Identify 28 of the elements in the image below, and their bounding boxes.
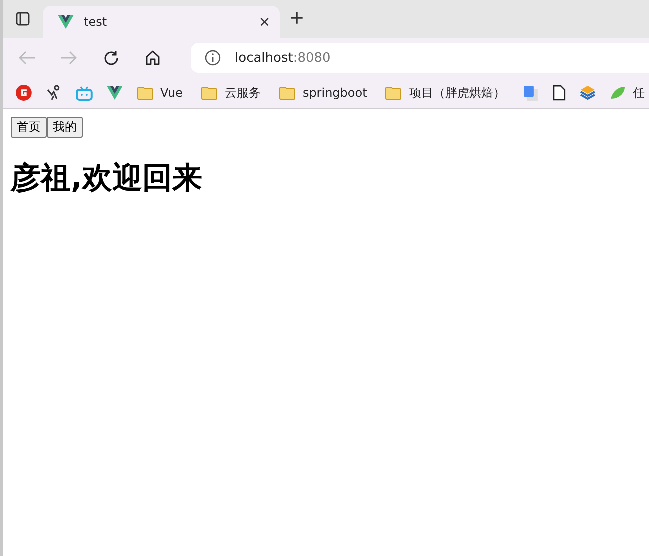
v-logo-icon[interactable] [106, 86, 123, 100]
v-logo-icon [58, 15, 74, 29]
reload-icon[interactable] [102, 50, 120, 66]
folder-icon [136, 86, 154, 100]
nav-button[interactable]: 首页 [11, 117, 47, 138]
bookmark-link[interactable]: 项目（胖虎烘焙） [409, 84, 506, 102]
close-tab-button[interactable]: × [259, 13, 270, 31]
welcome-heading: 彦祖,欢迎回来 [11, 160, 204, 198]
new-tab-button[interactable]: + [286, 7, 308, 31]
bookmark-link[interactable]: springboot [302, 86, 368, 100]
url-text: localhost:8080 [235, 50, 331, 66]
folder-icon [278, 86, 296, 100]
tabs-icon[interactable] [16, 12, 30, 26]
nav-button[interactable]: 我的 [47, 117, 83, 138]
bookmark-link[interactable]: 云服务 [224, 84, 261, 102]
folder-icon [385, 86, 402, 100]
bookmark-link[interactable]: 任 [633, 84, 645, 102]
address-bar[interactable]: localhost:8080 [191, 43, 649, 73]
bookmark-link[interactable]: Vue [160, 86, 183, 100]
home-icon[interactable] [145, 50, 161, 66]
leaf-icon [610, 86, 626, 100]
g-logo-icon[interactable] [16, 85, 32, 101]
browser-tab[interactable]: test × [43, 6, 280, 38]
folder-icon [200, 86, 218, 100]
figure-icon[interactable] [46, 85, 62, 101]
info-icon[interactable] [205, 50, 221, 66]
document-icon[interactable] [553, 85, 566, 101]
tab-title: test [84, 15, 108, 29]
